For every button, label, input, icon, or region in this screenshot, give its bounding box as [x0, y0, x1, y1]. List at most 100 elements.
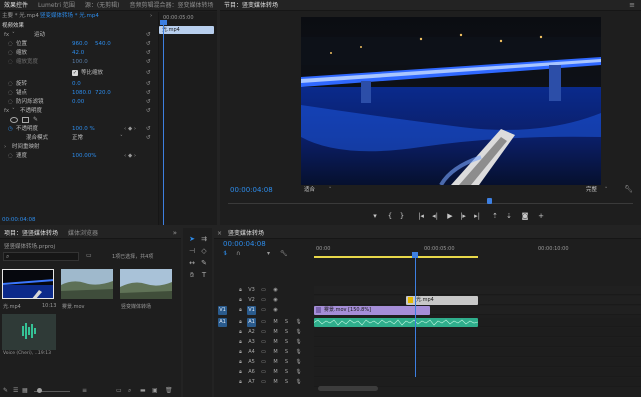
- source-clip-name[interactable]: 主要 * 光.mp4: [2, 12, 39, 21]
- microphone-icon[interactable]: 🎙︎: [294, 338, 303, 347]
- expand-arrow-icon[interactable]: ›: [4, 143, 6, 152]
- track-label-a4[interactable]: A4: [247, 348, 256, 357]
- lock-icon[interactable]: 🔒︎: [236, 318, 245, 327]
- wrench-icon[interactable]: 🔧︎: [280, 250, 288, 257]
- mini-clip-bar[interactable]: 光.mp4: [159, 26, 214, 34]
- source-patch-a6[interactable]: [218, 368, 227, 377]
- track-label-a3[interactable]: A3: [247, 338, 256, 347]
- mini-playhead-handle[interactable]: [160, 20, 167, 25]
- blend-mode-select[interactable]: 正常: [72, 134, 83, 143]
- hand-tool-icon[interactable]: ✋︎: [187, 270, 197, 280]
- track-label-a5[interactable]: A5: [247, 358, 256, 367]
- button-editor-icon[interactable]: +: [536, 211, 546, 221]
- stopwatch-icon[interactable]: ◌: [8, 89, 13, 98]
- microphone-icon[interactable]: 🎙︎: [294, 368, 303, 377]
- quality-select[interactable]: 完整 ˅: [586, 186, 620, 195]
- slip-tool-icon[interactable]: ↔: [187, 258, 197, 268]
- source-patch-a7[interactable]: [218, 378, 227, 387]
- rotation-value[interactable]: 0.0: [72, 80, 81, 89]
- solo-button[interactable]: S: [282, 358, 291, 367]
- lock-icon[interactable]: 🔒︎: [236, 378, 245, 387]
- reset-icon[interactable]: ↺: [146, 89, 151, 98]
- tab-timeline[interactable]: 竖变媒体转场: [224, 228, 268, 238]
- tab-source[interactable]: 源：(无剪辑): [81, 0, 124, 10]
- anti-flicker-value[interactable]: 0.00: [72, 98, 84, 107]
- timeline-timecode[interactable]: 00:00:04:08: [223, 240, 266, 248]
- position-y[interactable]: 540.0: [95, 40, 111, 49]
- ripple-edit-tool-icon[interactable]: ⊣: [187, 246, 197, 256]
- mute-button[interactable]: M: [271, 358, 280, 367]
- timeline-scrollbar[interactable]: [318, 386, 378, 391]
- clip-a1[interactable]: [314, 318, 478, 327]
- razor-tool-icon[interactable]: ◇: [199, 246, 209, 256]
- clip-v1[interactable]: 雾景.mov [150.8%]: [314, 306, 430, 315]
- sync-lock-icon[interactable]: ▭: [259, 286, 268, 295]
- solo-button[interactable]: S: [282, 378, 291, 387]
- sync-lock-icon[interactable]: ▭: [259, 318, 268, 327]
- stopwatch-icon[interactable]: ◷: [8, 125, 13, 134]
- go-to-out-icon[interactable]: ▸|: [472, 211, 482, 221]
- sync-lock-icon[interactable]: ▭: [259, 378, 268, 387]
- program-playhead[interactable]: [487, 198, 493, 204]
- mute-button[interactable]: M: [271, 368, 280, 377]
- tab-lumetri-scopes[interactable]: Lumetri 范围: [34, 0, 79, 10]
- close-icon[interactable]: ×: [217, 228, 222, 238]
- stopwatch-icon[interactable]: ◌: [8, 98, 13, 107]
- stopwatch-icon[interactable]: ◌: [8, 152, 13, 161]
- microphone-icon[interactable]: 🎙︎: [294, 348, 303, 357]
- time-remap-row[interactable]: › 时间重映射: [0, 143, 152, 152]
- add-marker-icon[interactable]: ▾: [267, 250, 270, 257]
- fx-opacity-row[interactable]: fx ˅ 不透明度 ↺: [0, 107, 152, 116]
- source-patch-a1[interactable]: A1: [218, 318, 227, 327]
- sync-lock-icon[interactable]: ▭: [259, 328, 268, 337]
- chevron-down-icon[interactable]: ˅: [120, 134, 123, 143]
- speed-value[interactable]: 100.00%: [72, 152, 96, 161]
- snap-icon[interactable]: ⥮: [223, 250, 227, 258]
- anchor-y[interactable]: 720.0: [95, 89, 111, 98]
- fit-select[interactable]: 适合 ˅: [304, 186, 344, 195]
- source-patch-v2[interactable]: [218, 296, 227, 305]
- timeline-playhead[interactable]: [415, 252, 416, 377]
- work-area-bar[interactable]: [314, 256, 478, 258]
- clip-v2[interactable]: 光.mp4: [406, 296, 478, 305]
- wrench-icon[interactable]: 🔧︎: [624, 185, 633, 193]
- tab-project[interactable]: 项目：竖竖媒体转场: [0, 228, 62, 238]
- new-item-icon[interactable]: ▣: [152, 387, 158, 394]
- scale-value[interactable]: 42.0: [72, 49, 84, 58]
- track-lane-a2[interactable]: [314, 328, 641, 337]
- position-x[interactable]: 960.0: [72, 40, 88, 49]
- export-frame-icon[interactable]: ◙: [520, 211, 530, 221]
- pen-mask-icon[interactable]: ✎: [33, 116, 38, 125]
- solo-button[interactable]: S: [282, 338, 291, 347]
- track-label-v2[interactable]: V2: [247, 296, 256, 305]
- eye-icon[interactable]: ◉: [271, 286, 280, 295]
- mark-out-icon[interactable]: }: [397, 211, 407, 221]
- uniform-scale-checkbox[interactable]: ✓: [72, 70, 78, 76]
- lock-icon[interactable]: 🔒︎: [236, 286, 245, 295]
- reset-icon[interactable]: ↺: [146, 31, 151, 40]
- sort-icon[interactable]: ≡: [82, 387, 87, 394]
- new-bin-icon[interactable]: ▭: [86, 252, 92, 259]
- tab-effect-controls[interactable]: 效果控件: [0, 0, 32, 10]
- source-patch-a2[interactable]: [218, 328, 227, 337]
- source-patch-a4[interactable]: [218, 348, 227, 357]
- step-back-icon[interactable]: ◂|: [430, 211, 440, 221]
- linked-selection-icon[interactable]: ∩: [236, 250, 240, 257]
- sync-lock-icon[interactable]: ▭: [259, 368, 268, 377]
- scale-width-value[interactable]: 100.0: [72, 58, 88, 67]
- tab-program[interactable]: 节目：竖变媒体转场: [220, 0, 282, 10]
- play-icon[interactable]: ▶: [445, 211, 455, 221]
- media-thumb-1[interactable]: [2, 269, 54, 299]
- fx-motion-row[interactable]: fx ˅ 运动 ↺: [0, 31, 152, 40]
- extract-icon[interactable]: ⇣: [504, 211, 514, 221]
- new-bin-icon[interactable]: ▭: [116, 387, 122, 394]
- reset-icon[interactable]: ↺: [146, 107, 151, 116]
- source-patch-v1[interactable]: V1: [218, 306, 227, 315]
- ellipse-mask-icon[interactable]: [10, 117, 18, 123]
- mute-button[interactable]: M: [271, 328, 280, 337]
- reset-icon[interactable]: ↺: [146, 134, 151, 143]
- keyframe-nav-icon[interactable]: ‹ ◆ ›: [124, 152, 136, 161]
- pen-tool-icon[interactable]: ✎: [199, 258, 209, 268]
- sync-lock-icon[interactable]: ▭: [259, 296, 268, 305]
- sequence-clip-name[interactable]: 竖变媒体转场 * 光.mp4: [40, 12, 99, 21]
